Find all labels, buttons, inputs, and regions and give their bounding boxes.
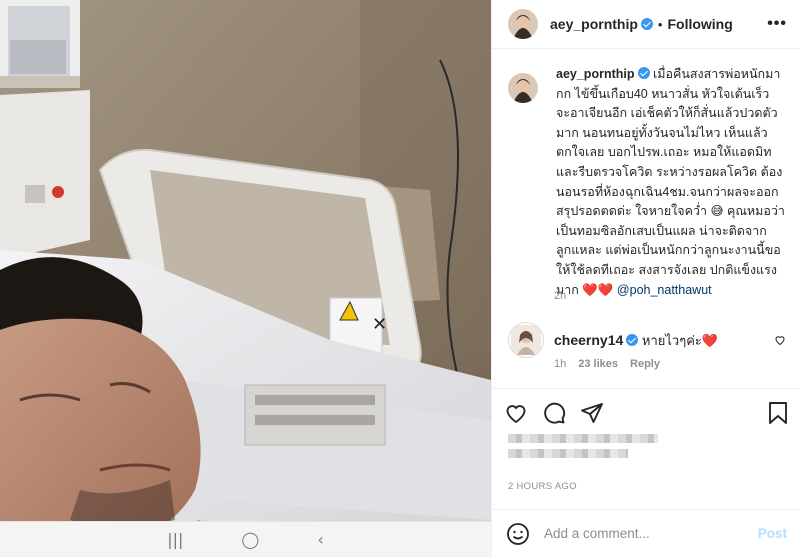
smiley-icon[interactable] (506, 522, 530, 546)
post-caption: aey_pornthip เมื่อคืนสงสารพ่อหนักมากก ไข… (492, 65, 800, 300)
comment-timestamp[interactable]: 1h (554, 358, 566, 370)
recents-icon: ||| (167, 530, 184, 549)
bookmark-icon[interactable] (767, 401, 789, 425)
author-username[interactable]: aey_pornthip (550, 16, 638, 32)
comment-likes-count[interactable]: 23 likes (578, 358, 618, 370)
back-icon: ‹ (317, 530, 324, 549)
more-options-icon[interactable]: ••• (767, 15, 787, 33)
post-photo: ✕ ||| ◯ ‹ (0, 0, 491, 557)
comment-like-heart-icon[interactable] (774, 334, 786, 346)
verified-badge-icon (640, 18, 653, 30)
caption-text: เมื่อคืนสงสารพ่อหนักมากก ไข้ขึ้นเกือบ40 … (556, 67, 785, 297)
add-comment-input[interactable]: Add a comment... (544, 526, 650, 541)
comment-text: หายไวๆค่ะ❤️ (641, 333, 719, 348)
hospital-bed-image: ✕ (0, 0, 491, 557)
comment-icon[interactable] (542, 401, 566, 425)
post-timestamp[interactable]: 2 HOURS AGO (508, 481, 577, 492)
post-side-panel: aey_pornthip • Following ••• aey_pornthi… (491, 0, 800, 557)
paper-plane-icon[interactable] (580, 401, 604, 425)
caption-username[interactable]: aey_pornthip (556, 67, 635, 81)
caption-mention-link[interactable]: @poh_natthawut (617, 283, 712, 297)
home-icon: ◯ (241, 530, 260, 549)
commenter-avatar[interactable] (508, 322, 544, 358)
verified-badge-icon (637, 67, 650, 79)
reply-button[interactable]: Reply (630, 358, 660, 370)
caption-text-block: aey_pornthip เมื่อคืนสงสารพ่อหนักมากก ไข… (556, 65, 785, 300)
following-button[interactable]: Following (667, 16, 732, 32)
phone-navigation-bar: ||| ◯ ‹ (0, 521, 491, 557)
svg-text:✕: ✕ (372, 314, 387, 335)
verified-badge-icon (626, 334, 639, 346)
heart-icon[interactable] (504, 401, 528, 425)
caption-timestamp[interactable]: 2h (554, 290, 566, 302)
add-comment-bar: Add a comment... Post (492, 509, 800, 557)
separator-dot: • (657, 16, 663, 32)
likes-summary-blurred (508, 434, 688, 464)
caption-author-avatar[interactable] (508, 73, 538, 103)
author-avatar[interactable] (508, 9, 538, 39)
comment-content: cheerny14 หายไวๆค่ะ❤️ (554, 330, 718, 358)
post-comment-button[interactable]: Post (758, 526, 787, 541)
comment-meta: 1h 23 likes Reply (554, 358, 660, 370)
comment-row: cheerny14 หายไวๆค่ะ❤️ (508, 322, 793, 358)
commenter-username[interactable]: cheerny14 (554, 332, 623, 348)
post-action-bar (492, 388, 800, 436)
post-header: aey_pornthip • Following ••• (492, 0, 800, 49)
